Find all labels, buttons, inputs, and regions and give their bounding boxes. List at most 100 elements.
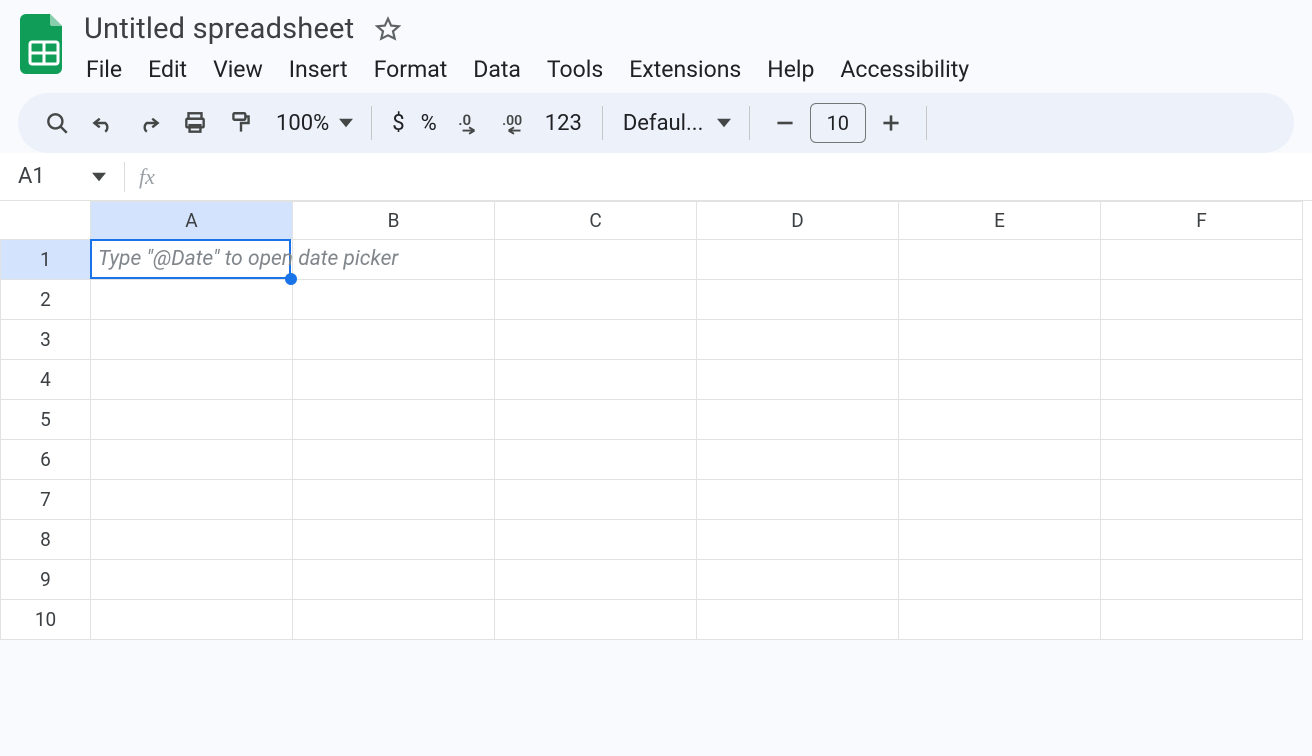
cell-e10[interactable] [899,600,1101,640]
cell-a5[interactable] [91,400,293,440]
currency-button[interactable]: $ [386,111,410,136]
row-header-6[interactable]: 6 [1,440,91,480]
more-formats-button[interactable]: 123 [539,111,588,136]
cell-e4[interactable] [899,360,1101,400]
name-box-dropdown-icon[interactable] [88,170,110,184]
cell-f8[interactable] [1101,520,1303,560]
row-header-1[interactable]: 1 [1,240,91,280]
cell-b1[interactable] [293,240,495,280]
zoom-dropdown-icon[interactable] [335,116,357,130]
font-family-select[interactable]: Defaul... [617,111,709,136]
cell-a1[interactable] [91,240,293,280]
cell-e3[interactable] [899,320,1101,360]
cell-b7[interactable] [293,480,495,520]
menu-tools[interactable]: Tools [547,56,603,83]
cell-f2[interactable] [1101,280,1303,320]
cell-a9[interactable] [91,560,293,600]
increase-decimal-icon[interactable]: .00 [493,102,535,144]
menu-help[interactable]: Help [767,56,814,83]
cell-e7[interactable] [899,480,1101,520]
column-header-d[interactable]: D [697,202,899,240]
cell-c1[interactable] [495,240,697,280]
cell-a8[interactable] [91,520,293,560]
cell-d2[interactable] [697,280,899,320]
cell-e5[interactable] [899,400,1101,440]
decrease-font-size-icon[interactable] [764,102,806,144]
cell-c4[interactable] [495,360,697,400]
cell-c8[interactable] [495,520,697,560]
cell-d10[interactable] [697,600,899,640]
cell-c3[interactable] [495,320,697,360]
cell-b4[interactable] [293,360,495,400]
name-box[interactable]: A1 [0,153,118,200]
redo-icon[interactable] [128,102,170,144]
cell-c2[interactable] [495,280,697,320]
row-header-8[interactable]: 8 [1,520,91,560]
column-header-b[interactable]: B [293,202,495,240]
cell-a6[interactable] [91,440,293,480]
zoom-level[interactable]: 100% [266,111,331,136]
cell-f5[interactable] [1101,400,1303,440]
cell-d1[interactable] [697,240,899,280]
row-header-4[interactable]: 4 [1,360,91,400]
cell-e8[interactable] [899,520,1101,560]
selection-handle[interactable] [285,273,297,285]
row-header-3[interactable]: 3 [1,320,91,360]
search-icon[interactable] [36,102,78,144]
cell-c7[interactable] [495,480,697,520]
column-header-f[interactable]: F [1101,202,1303,240]
row-header-5[interactable]: 5 [1,400,91,440]
font-dropdown-icon[interactable] [713,116,735,130]
cell-f9[interactable] [1101,560,1303,600]
column-header-a[interactable]: A [91,202,293,240]
cell-f4[interactable] [1101,360,1303,400]
cell-b10[interactable] [293,600,495,640]
cell-d8[interactable] [697,520,899,560]
cell-b8[interactable] [293,520,495,560]
cell-e6[interactable] [899,440,1101,480]
cell-f7[interactable] [1101,480,1303,520]
formula-bar-input[interactable] [155,153,1312,200]
font-size-input[interactable]: 10 [810,103,866,143]
cell-b9[interactable] [293,560,495,600]
increase-font-size-icon[interactable] [870,102,912,144]
paint-format-icon[interactable] [220,102,262,144]
cell-d4[interactable] [697,360,899,400]
menu-view[interactable]: View [213,56,263,83]
spreadsheet-grid[interactable]: A B C D E F 1 2 3 4 5 6 7 8 9 10 Type "@… [0,201,1312,640]
cell-c9[interactable] [495,560,697,600]
menu-insert[interactable]: Insert [289,56,348,83]
row-header-2[interactable]: 2 [1,280,91,320]
cell-a7[interactable] [91,480,293,520]
cell-f1[interactable] [1101,240,1303,280]
document-title[interactable]: Untitled spreadsheet [84,12,354,46]
cell-e1[interactable] [899,240,1101,280]
menu-accessibility[interactable]: Accessibility [840,56,969,83]
cell-f3[interactable] [1101,320,1303,360]
menu-data[interactable]: Data [473,56,521,83]
menu-format[interactable]: Format [374,56,448,83]
cell-b5[interactable] [293,400,495,440]
menu-file[interactable]: File [86,56,122,83]
cell-a4[interactable] [91,360,293,400]
cell-b3[interactable] [293,320,495,360]
cell-d6[interactable] [697,440,899,480]
cell-c10[interactable] [495,600,697,640]
cell-e2[interactable] [899,280,1101,320]
sheets-logo[interactable] [18,12,70,78]
cell-c6[interactable] [495,440,697,480]
cell-b6[interactable] [293,440,495,480]
row-header-10[interactable]: 10 [1,600,91,640]
percent-button[interactable]: % [415,111,443,136]
cell-d5[interactable] [697,400,899,440]
cell-d9[interactable] [697,560,899,600]
row-header-7[interactable]: 7 [1,480,91,520]
cell-a2[interactable] [91,280,293,320]
cell-c5[interactable] [495,400,697,440]
print-icon[interactable] [174,102,216,144]
cell-a3[interactable] [91,320,293,360]
star-icon[interactable] [374,15,402,43]
cell-b2[interactable] [293,280,495,320]
cell-d3[interactable] [697,320,899,360]
cell-a10[interactable] [91,600,293,640]
